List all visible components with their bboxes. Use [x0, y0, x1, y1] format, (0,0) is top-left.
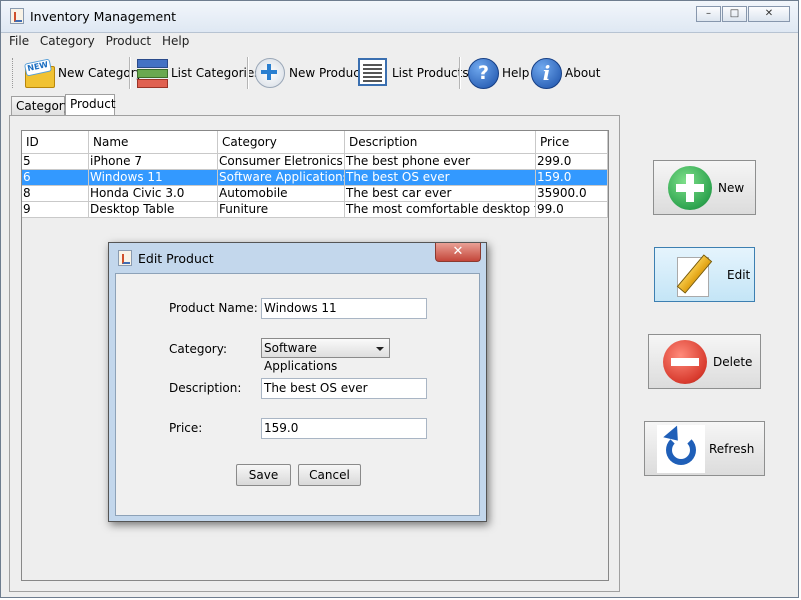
cell-id: 6 — [22, 170, 89, 186]
menu-product[interactable]: Product — [106, 34, 152, 48]
cell-price: 299.0 — [536, 154, 608, 170]
column-header-id[interactable]: ID — [22, 131, 89, 154]
menu-help[interactable]: Help — [162, 34, 189, 48]
cell-category: Software Applications — [218, 170, 345, 186]
about-button[interactable]: i About — [530, 55, 600, 91]
dialog-body: Product Name: Windows 11 Category: Softw… — [115, 273, 480, 516]
delete-button[interactable]: Delete — [648, 334, 761, 389]
about-label: About — [565, 66, 601, 80]
java-app-icon — [10, 8, 24, 24]
cell-name: Windows 11 — [89, 170, 218, 186]
cell-price: 35900.0 — [536, 186, 608, 202]
cell-description: The best phone ever — [345, 154, 536, 170]
dialog-title: Edit Product — [138, 251, 214, 266]
list-products-label: List Products — [392, 66, 469, 80]
price-label: Price: — [169, 421, 203, 435]
edit-button-label: Edit — [727, 267, 751, 282]
toolbar: NEW New Category List Categories New Pro… — [9, 55, 609, 91]
new-category-button[interactable]: NEW New Category — [23, 55, 143, 91]
column-header-name[interactable]: Name — [89, 131, 218, 154]
table-row[interactable]: 8 Honda Civic 3.0 Automobile The best ca… — [22, 186, 608, 202]
document-list-icon — [357, 57, 389, 89]
description-label: Description: — [169, 381, 242, 395]
new-product-label: New Product — [289, 66, 365, 80]
info-icon: i — [530, 57, 562, 89]
cell-category: Automobile — [218, 186, 345, 202]
edit-button[interactable]: Edit — [654, 247, 755, 302]
new-button[interactable]: New — [653, 160, 756, 215]
list-categories-icon — [136, 57, 168, 89]
column-header-category[interactable]: Category — [218, 131, 345, 154]
help-label: Help — [502, 66, 530, 80]
dialog-close-button[interactable]: ✕ — [435, 243, 481, 262]
category-dropdown[interactable]: Software Applications — [261, 338, 390, 373]
cell-id: 8 — [22, 186, 89, 202]
menu-file[interactable]: File — [9, 34, 29, 48]
chevron-down-icon — [376, 347, 384, 351]
new-button-label: New — [718, 180, 745, 195]
cell-category: Funiture — [218, 202, 345, 218]
product-name-label: Product Name: — [169, 301, 258, 315]
close-button[interactable]: ✕ — [748, 6, 790, 22]
table-row[interactable]: 5 iPhone 7 Consumer Eletronics The best … — [22, 154, 608, 170]
tab-category[interactable]: Category — [11, 96, 71, 115]
plus-circle-icon — [666, 164, 714, 212]
cell-category: Consumer Eletronics — [218, 154, 345, 170]
cell-name: iPhone 7 — [89, 154, 218, 170]
menu-bar: File Category Product Help — [9, 34, 196, 52]
toolbar-grip[interactable] — [12, 58, 16, 88]
java-app-icon — [118, 250, 132, 266]
plus-circle-icon — [254, 57, 286, 89]
refresh-icon — [657, 424, 705, 473]
cell-description: The most comfortable desktop table — [345, 202, 536, 218]
refresh-button-label: Refresh — [709, 441, 755, 456]
column-header-price[interactable]: Price — [536, 131, 608, 154]
pencil-edit-icon — [675, 251, 723, 299]
help-button[interactable]: ? Help — [467, 55, 529, 91]
cell-name: Honda Civic 3.0 — [89, 186, 218, 202]
minus-circle-icon — [661, 338, 709, 386]
price-field[interactable]: 159.0 — [261, 418, 427, 439]
minimize-button[interactable]: – — [696, 6, 721, 22]
window-title: Inventory Management — [30, 9, 177, 24]
tab-product[interactable]: Product — [65, 94, 116, 116]
cancel-button[interactable]: Cancel — [298, 464, 361, 486]
save-button[interactable]: Save — [236, 464, 291, 486]
new-product-button[interactable]: New Product — [254, 55, 365, 91]
new-folder-icon: NEW — [23, 57, 55, 89]
category-dropdown-value: Software Applications — [264, 341, 338, 373]
cell-description: The best OS ever — [345, 170, 536, 186]
question-icon: ? — [467, 57, 499, 89]
cell-price: 99.0 — [536, 202, 608, 218]
product-name-field[interactable]: Windows 11 — [261, 298, 427, 319]
list-products-button[interactable]: List Products — [357, 55, 469, 91]
description-field[interactable]: The best OS ever — [261, 378, 427, 399]
cell-description: The best car ever — [345, 186, 536, 202]
cell-id: 5 — [22, 154, 89, 170]
list-categories-button[interactable]: List Categories — [136, 55, 260, 91]
column-header-description[interactable]: Description — [345, 131, 536, 154]
table-row-selected[interactable]: 6 Windows 11 Software Applications The b… — [22, 170, 608, 186]
category-label: Category: — [169, 342, 227, 356]
maximize-button[interactable]: □ — [722, 6, 747, 22]
cell-id: 9 — [22, 202, 89, 218]
cell-price: 159.0 — [536, 170, 608, 186]
edit-product-dialog: Edit Product ✕ Product Name: Windows 11 … — [108, 242, 487, 522]
delete-button-label: Delete — [713, 354, 753, 369]
refresh-button[interactable]: Refresh — [644, 421, 765, 476]
title-bar: Inventory Management – □ ✕ — [1, 1, 798, 33]
cell-name: Desktop Table — [89, 202, 218, 218]
menu-category[interactable]: Category — [40, 34, 95, 48]
table-row[interactable]: 9 Desktop Table Funiture The most comfor… — [22, 202, 608, 218]
